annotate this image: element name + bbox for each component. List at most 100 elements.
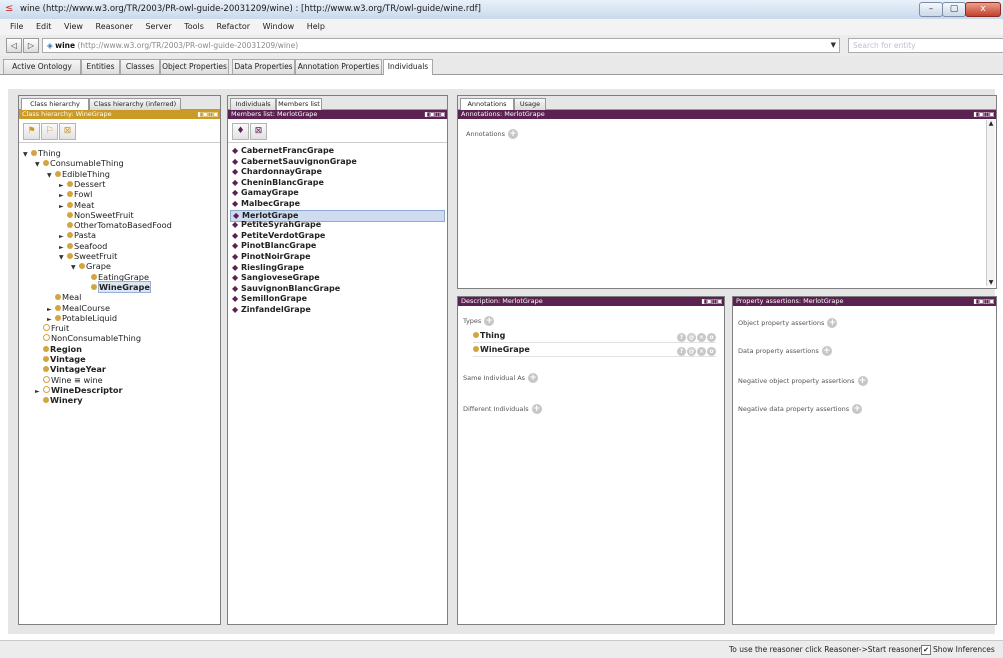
- menu-edit[interactable]: Edit: [36, 19, 52, 31]
- collapse-arrow-icon[interactable]: ▼: [59, 253, 67, 263]
- member-list-item[interactable]: ◆ CheninBlancGrape: [230, 178, 445, 188]
- add-data-property-assertion-icon[interactable]: +: [821, 346, 832, 356]
- delete-class-icon[interactable]: ⊠: [59, 123, 76, 140]
- ontology-selector[interactable]: ◈ wine (http://www.w3.org/TR/2003/PR-owl…: [42, 38, 840, 53]
- class-tree-item[interactable]: ▼ EdibleThing: [47, 169, 110, 179]
- class-tree-item[interactable]: ► Meat: [59, 200, 94, 210]
- type-row-thing[interactable]: Thing ? @ × o: [473, 330, 716, 343]
- member-list-item[interactable]: ◆ MalbecGrape: [230, 199, 445, 209]
- member-list-item[interactable]: ◆ PinotNoirGrape: [230, 252, 445, 262]
- scroll-down-arrow-icon[interactable]: ▼: [987, 279, 995, 286]
- class-tree-item[interactable]: NonConsumableThing: [35, 333, 141, 343]
- tab-classes[interactable]: Classes: [120, 59, 160, 74]
- class-tree-item[interactable]: ▼ SweetFruit: [59, 251, 117, 261]
- annotate-icon[interactable]: @: [687, 333, 696, 342]
- class-tree-item[interactable]: Region: [35, 344, 82, 354]
- add-subclass-icon[interactable]: ⚑: [23, 123, 40, 140]
- tab-data-properties[interactable]: Data Properties: [232, 59, 295, 74]
- annotations-scrollbar[interactable]: ▲ ▼: [986, 120, 995, 286]
- back-arrow-icon[interactable]: ◁: [6, 38, 22, 53]
- class-tree-item[interactable]: VintageYear: [35, 364, 106, 374]
- menu-window[interactable]: Window: [263, 19, 295, 31]
- view-controls-icon[interactable]: ◧▣◫▣: [701, 297, 722, 306]
- type-row-winegrape[interactable]: WineGrape ? @ × o: [473, 344, 716, 357]
- class-tree-item[interactable]: ▼ Thing: [23, 148, 61, 158]
- add-negative-object-property-assertion-icon[interactable]: +: [857, 376, 868, 386]
- add-annotation-icon[interactable]: +: [508, 129, 519, 139]
- tab-annotation-properties[interactable]: Annotation Properties: [295, 59, 382, 74]
- class-tree-item[interactable]: Wine ≡ wine: [35, 375, 103, 385]
- class-tree-item[interactable]: ► PotableLiquid: [47, 313, 117, 323]
- scroll-up-arrow-icon[interactable]: ▲: [987, 120, 995, 127]
- maximize-button[interactable]: ▢: [942, 2, 966, 17]
- add-object-property-assertion-icon[interactable]: +: [827, 318, 838, 328]
- class-tree-item[interactable]: ► MealCourse: [47, 303, 110, 313]
- class-tree-item[interactable]: ► Fowl: [59, 189, 92, 199]
- collapse-arrow-icon[interactable]: ▼: [23, 150, 31, 160]
- tab-object-properties[interactable]: Object Properties: [160, 59, 229, 74]
- member-list-item[interactable]: ◆ CabernetSauvignonGrape: [230, 157, 445, 167]
- menu-tools[interactable]: Tools: [184, 19, 204, 31]
- add-same-individual-icon[interactable]: +: [528, 373, 539, 383]
- add-different-individual-icon[interactable]: +: [531, 404, 542, 414]
- member-list-item[interactable]: ◆ SangioveseGrape: [230, 273, 445, 283]
- class-tree-item[interactable]: ▼ ConsumableThing: [35, 158, 124, 168]
- class-tree-item[interactable]: Fruit: [35, 323, 69, 333]
- member-list-item[interactable]: ◆ CabernetFrancGrape: [230, 146, 445, 156]
- add-individual-icon[interactable]: ♦: [232, 123, 249, 140]
- class-tree-item[interactable]: NonSweetFruit: [59, 210, 134, 220]
- delete-individual-icon[interactable]: ⊠: [250, 123, 267, 140]
- close-button[interactable]: x: [965, 2, 1001, 17]
- member-list-item[interactable]: ◆ GamayGrape: [230, 188, 445, 198]
- class-tree-item[interactable]: ▼ Grape: [71, 261, 111, 271]
- explain-icon[interactable]: ?: [677, 347, 686, 356]
- class-tree-item[interactable]: ► Dessert: [59, 179, 106, 189]
- member-list-item[interactable]: ◆ PetiteSyrahGrape: [230, 220, 445, 230]
- view-controls-icon[interactable]: ◧▣◫▣: [973, 297, 994, 306]
- class-tree-item[interactable]: ► WineDescriptor: [35, 385, 123, 395]
- class-tree-item[interactable]: Meal: [47, 292, 81, 302]
- view-controls-icon[interactable]: ◧▣◫▣: [973, 110, 994, 119]
- search-entity-input[interactable]: Search for entity: [848, 38, 1003, 53]
- tab-members-list[interactable]: Members list: [276, 98, 322, 110]
- member-list-item[interactable]: ◆ SauvignonBlancGrape: [230, 284, 445, 294]
- explain-icon[interactable]: ?: [677, 333, 686, 342]
- menu-help[interactable]: Help: [307, 19, 325, 31]
- add-negative-data-property-assertion-icon[interactable]: +: [852, 404, 863, 414]
- tab-active-ontology[interactable]: Active Ontology: [3, 59, 81, 74]
- class-tree-item[interactable]: Vintage: [35, 354, 86, 364]
- menu-view[interactable]: View: [64, 19, 83, 31]
- class-tree-item[interactable]: ► Seafood: [59, 241, 107, 251]
- remove-icon[interactable]: ×: [697, 333, 706, 342]
- edit-icon[interactable]: o: [707, 347, 716, 356]
- add-type-icon[interactable]: +: [484, 316, 495, 326]
- view-controls-icon[interactable]: ◧▣◫▣: [197, 110, 218, 119]
- member-list-item[interactable]: ◆ PinotBlancGrape: [230, 241, 445, 251]
- class-tree-item[interactable]: Winery: [35, 395, 83, 405]
- collapse-arrow-icon[interactable]: ▼: [71, 263, 79, 273]
- class-tree-item[interactable]: WineGrape: [83, 280, 151, 293]
- member-list-item[interactable]: ◆ PetiteVerdotGrape: [230, 231, 445, 241]
- tab-class-hierarchy-inferred[interactable]: Class hierarchy (inferred): [89, 98, 181, 110]
- menu-file[interactable]: File: [10, 19, 23, 31]
- tab-individuals-list[interactable]: Individuals: [230, 98, 276, 110]
- tab-usage[interactable]: Usage: [514, 98, 546, 110]
- minimize-button[interactable]: –: [919, 2, 943, 17]
- view-controls-icon[interactable]: ◧▣◫▣: [424, 110, 445, 119]
- add-sibling-class-icon[interactable]: ⚐: [41, 123, 58, 140]
- menu-reasoner[interactable]: Reasoner: [96, 19, 133, 31]
- show-inferences-checkbox[interactable]: ✔: [921, 645, 931, 655]
- forward-arrow-icon[interactable]: ▷: [23, 38, 39, 53]
- menu-refactor[interactable]: Refactor: [216, 19, 250, 31]
- member-list-item[interactable]: ◆ ChardonnayGrape: [230, 167, 445, 177]
- tab-individuals[interactable]: Individuals: [383, 59, 433, 75]
- annotate-icon[interactable]: @: [687, 347, 696, 356]
- dropdown-arrow-icon[interactable]: ▼: [831, 39, 836, 52]
- class-tree-item[interactable]: ► Pasta: [59, 230, 96, 240]
- menu-server[interactable]: Server: [145, 19, 171, 31]
- remove-icon[interactable]: ×: [697, 347, 706, 356]
- tab-annotations[interactable]: Annotations: [460, 98, 514, 110]
- member-list-item[interactable]: ◆ ZinfandelGrape: [230, 305, 445, 315]
- member-list-item[interactable]: ◆ RieslingGrape: [230, 263, 445, 273]
- edit-icon[interactable]: o: [707, 333, 716, 342]
